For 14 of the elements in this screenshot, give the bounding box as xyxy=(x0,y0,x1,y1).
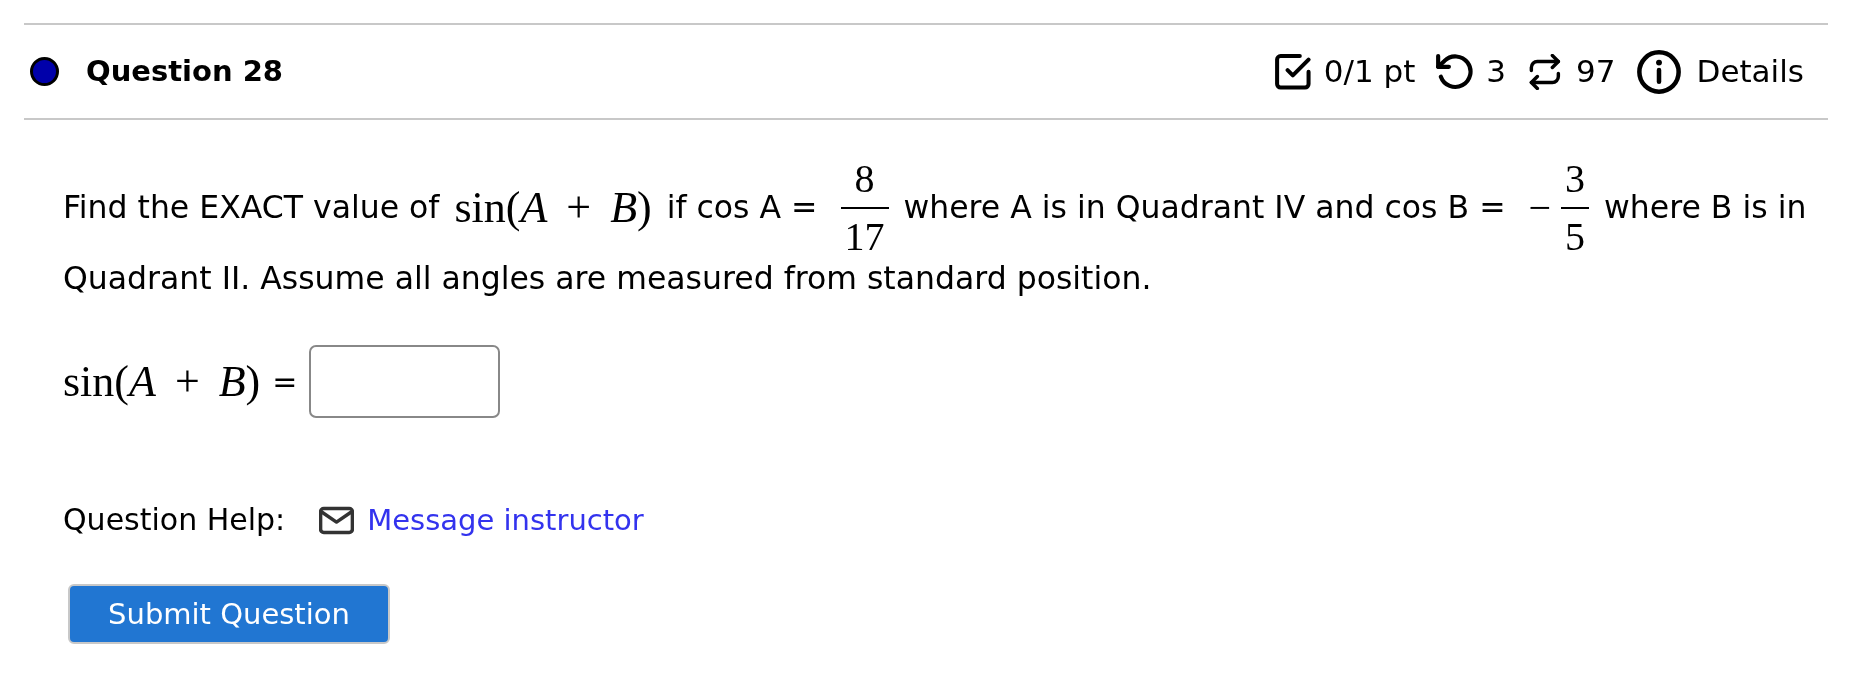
answer-label: sin(A + B) = xyxy=(63,359,298,404)
question-title: Question 28 xyxy=(86,57,284,86)
submit-question-button[interactable]: Submit Question xyxy=(68,584,390,644)
details-button[interactable]: Details xyxy=(1636,49,1804,94)
checked-box-icon xyxy=(1274,53,1311,90)
points-text: 0/1 pt xyxy=(1323,56,1416,87)
attempts-count: 97 xyxy=(1576,56,1616,87)
help-label: Question Help: xyxy=(63,501,286,539)
info-icon xyxy=(1636,49,1681,94)
message-instructor-link[interactable]: Message instructor xyxy=(367,500,644,540)
answer-field[interactable] xyxy=(309,345,501,418)
envelope-icon xyxy=(319,505,355,535)
retries-count: 3 xyxy=(1486,56,1507,87)
undo-arrow-icon xyxy=(1436,53,1474,90)
